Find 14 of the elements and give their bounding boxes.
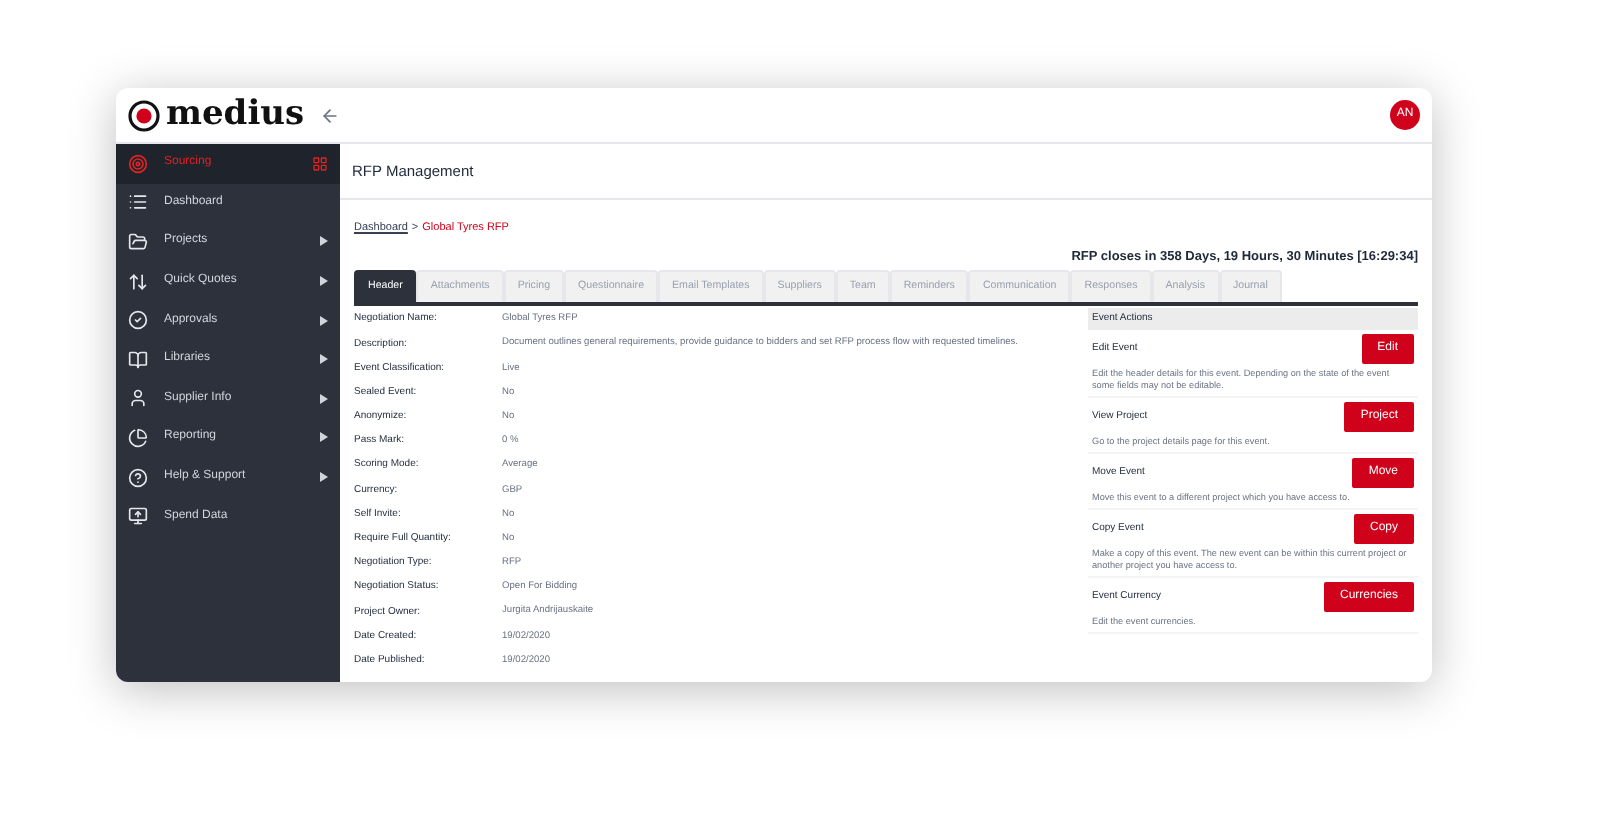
folder-icon bbox=[128, 231, 148, 252]
arrows-icon bbox=[128, 271, 148, 292]
check-circle-icon bbox=[128, 310, 148, 331]
brand-name: medius bbox=[166, 98, 305, 132]
grid-icon[interactable] bbox=[312, 155, 328, 172]
logo-icon bbox=[128, 99, 160, 131]
monitor-chart-icon bbox=[128, 506, 148, 527]
book-icon bbox=[128, 349, 148, 370]
pie-chart-icon bbox=[128, 427, 148, 448]
user-icon bbox=[128, 388, 148, 409]
target-icon bbox=[128, 153, 148, 174]
list-icon bbox=[128, 192, 148, 213]
back-icon[interactable] bbox=[320, 105, 341, 125]
help-icon bbox=[128, 467, 148, 488]
